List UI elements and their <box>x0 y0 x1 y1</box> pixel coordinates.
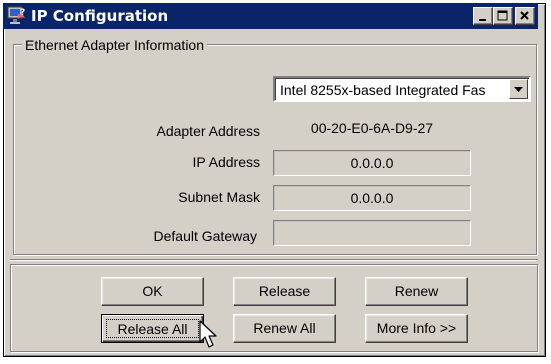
subnet-mask-value: 0.0.0.0 <box>273 185 471 211</box>
release-all-label: Release All <box>106 319 199 338</box>
window-title: IP Configuration <box>31 7 169 25</box>
chevron-down-icon <box>514 87 523 92</box>
svg-text:?: ? <box>20 8 25 18</box>
network-config-icon: ? <box>7 6 27 26</box>
minimize-icon <box>479 19 486 21</box>
separator-highlight <box>10 260 538 261</box>
default-gateway-value <box>273 220 471 246</box>
close-button[interactable] <box>515 7 535 25</box>
ip-address-value: 0.0.0.0 <box>273 150 471 176</box>
maximize-icon <box>497 10 508 21</box>
group-label: Ethernet Adapter Information <box>22 37 207 53</box>
adapter-address-label: Adapter Address <box>156 123 260 139</box>
renew-button[interactable]: Renew <box>365 277 468 306</box>
title-bar[interactable]: ? IP Configuration <box>3 3 538 29</box>
release-button[interactable]: Release <box>233 277 336 306</box>
ip-address-label: IP Address <box>192 154 260 170</box>
renew-all-button[interactable]: Renew All <box>233 314 336 343</box>
adapter-address-value: 00-20-E0-6A-D9-27 <box>310 120 434 136</box>
close-icon <box>520 11 529 20</box>
adapter-select[interactable]: Intel 8255x-based Integrated Fas <box>273 76 531 102</box>
minimize-button[interactable] <box>473 7 493 25</box>
dropdown-button[interactable] <box>509 79 528 99</box>
maximize-button[interactable] <box>493 7 513 25</box>
default-gateway-label: Default Gateway <box>153 228 258 244</box>
more-info-button[interactable]: More Info >> <box>365 314 468 343</box>
subnet-mask-label: Subnet Mask <box>178 189 260 205</box>
mouse-cursor-icon <box>199 320 217 348</box>
ok-button[interactable]: OK <box>101 277 204 306</box>
release-all-button[interactable]: Release All <box>101 314 204 343</box>
adapter-select-value: Intel 8255x-based Integrated Fas <box>280 82 486 98</box>
